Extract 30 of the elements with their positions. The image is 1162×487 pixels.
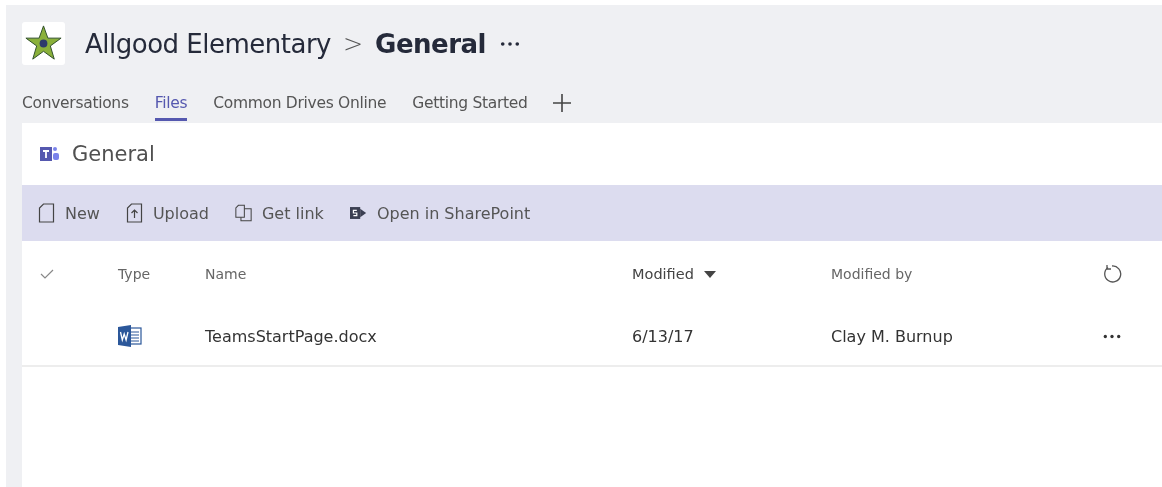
- panel-title: General: [72, 142, 155, 166]
- tab[interactable]: Conversations: [22, 90, 129, 121]
- more-options-icon[interactable]: [500, 40, 520, 47]
- sort-caret-icon: [703, 270, 716, 278]
- toolbar-button[interactable]: Upload: [125, 203, 209, 223]
- toolbar-button[interactable]: Get link: [234, 203, 324, 223]
- copy-icon: [234, 203, 252, 223]
- upload-icon: [125, 203, 143, 223]
- tab[interactable]: Common Drives Online: [213, 90, 387, 121]
- tab[interactable]: Getting Started: [412, 90, 528, 121]
- new-document-icon: [38, 203, 55, 223]
- channel-name: General: [375, 28, 486, 59]
- column-header[interactable]: Modified by: [831, 266, 913, 282]
- star-logo-icon: [22, 22, 65, 65]
- team-name[interactable]: Allgood Elementary: [85, 28, 331, 59]
- more-options-icon[interactable]: [1102, 333, 1122, 339]
- column-header[interactable]: Name: [205, 266, 247, 282]
- toolbar-button[interactable]: New: [38, 203, 100, 223]
- toolbar-button[interactable]: Open in SharePoint: [349, 203, 531, 223]
- table-cell: Clay M. Burnup: [831, 326, 953, 346]
- add-tab-icon[interactable]: [551, 92, 572, 113]
- select-all-checkmark-icon[interactable]: [40, 269, 54, 279]
- refresh-icon[interactable]: [1102, 264, 1122, 284]
- teams-icon: [40, 145, 60, 163]
- table-cell: 6/13/17: [632, 326, 694, 346]
- breadcrumb-separator: >: [343, 29, 364, 58]
- column-header[interactable]: Type: [118, 266, 151, 282]
- word-document-icon: [118, 325, 142, 347]
- file-name-link[interactable]: TeamsStartPage.docx: [205, 326, 377, 346]
- column-header[interactable]: Modified: [632, 266, 716, 282]
